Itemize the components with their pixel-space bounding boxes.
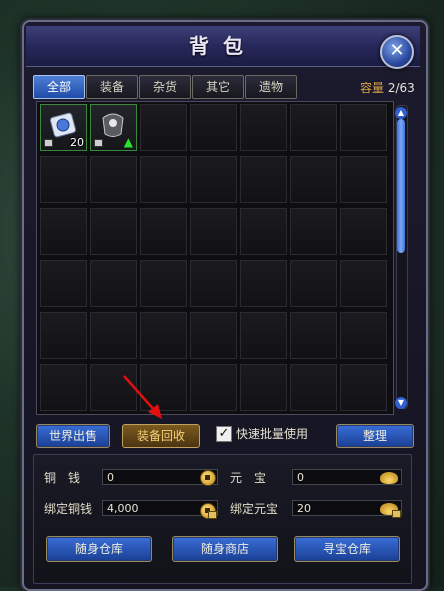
inventory-slot[interactable] <box>240 312 287 359</box>
inventory-slot[interactable] <box>140 260 187 307</box>
copper-label: 铜 钱 <box>44 471 81 485</box>
tab-relics[interactable]: 遗物 <box>245 75 297 99</box>
inventory-slot[interactable] <box>140 156 187 203</box>
inventory-slot[interactable] <box>340 208 387 255</box>
inventory-slot[interactable] <box>190 156 237 203</box>
tab-all[interactable]: 全部 <box>33 75 85 99</box>
upgrade-arrow-icon: ▲ <box>123 135 133 149</box>
capacity-value: 2/63 <box>387 81 415 95</box>
treasure-warehouse-button[interactable]: 寻宝仓库 <box>294 536 400 562</box>
scroll-up-icon[interactable]: ▲ <box>395 107 407 119</box>
tab-others[interactable]: 其它 <box>192 75 244 99</box>
inventory-slot[interactable] <box>90 208 137 255</box>
inventory-slot[interactable]: ▲ <box>90 104 137 151</box>
inventory-slot[interactable] <box>340 260 387 307</box>
portable-warehouse-button[interactable]: 随身仓库 <box>46 536 152 562</box>
bound-copper-lock-icon <box>208 511 217 519</box>
inventory-slot[interactable] <box>240 260 287 307</box>
item-count: 20 <box>70 136 84 149</box>
close-button[interactable]: ✕ <box>380 35 414 69</box>
inventory-slot[interactable] <box>340 312 387 359</box>
inventory-slot[interactable] <box>40 364 87 411</box>
inventory-slot[interactable] <box>340 364 387 411</box>
inventory-slot[interactable] <box>290 208 337 255</box>
inventory-slot[interactable] <box>190 364 237 411</box>
quick-batch-label: 快速批量使用 <box>236 427 309 441</box>
world-sale-button[interactable]: 世界出售 <box>36 424 110 448</box>
inventory-slot[interactable] <box>240 156 287 203</box>
quick-batch-checkbox[interactable]: ✓ <box>216 426 232 442</box>
lock-icon <box>44 139 53 147</box>
bound-yuanbao-label: 绑定元宝 <box>230 502 279 516</box>
close-icon: ✕ <box>389 40 405 61</box>
inventory-slot[interactable] <box>40 156 87 203</box>
lock-icon <box>94 139 103 147</box>
sort-button[interactable]: 整理 <box>336 424 414 448</box>
inventory-slot[interactable] <box>90 156 137 203</box>
inventory-slot[interactable] <box>240 208 287 255</box>
inventory-slot[interactable]: 20 <box>40 104 87 151</box>
inventory-slot[interactable] <box>190 104 237 151</box>
window-title: 背包 <box>26 26 420 67</box>
yuanbao-label: 元 宝 <box>230 471 267 485</box>
inventory-slot[interactable] <box>140 208 187 255</box>
tab-equipment[interactable]: 装备 <box>86 75 138 99</box>
inventory-slot[interactable] <box>290 260 337 307</box>
copper-coin-icon <box>200 470 216 486</box>
inventory-slot[interactable] <box>290 312 337 359</box>
inventory-slot[interactable] <box>190 208 237 255</box>
inventory-slot[interactable] <box>90 312 137 359</box>
inventory-slot[interactable] <box>290 364 337 411</box>
inventory-slot[interactable] <box>40 208 87 255</box>
scrollbar-thumb[interactable] <box>397 119 405 253</box>
inventory-slot[interactable] <box>190 260 237 307</box>
inventory-slot[interactable] <box>290 104 337 151</box>
inventory-slot[interactable] <box>40 312 87 359</box>
tab-goods[interactable]: 杂货 <box>139 75 191 99</box>
inventory-slot[interactable] <box>140 104 187 151</box>
portable-shop-button[interactable]: 随身商店 <box>172 536 278 562</box>
inventory-slot[interactable] <box>340 156 387 203</box>
scroll-down-icon[interactable]: ▼ <box>395 397 407 409</box>
inventory-slot[interactable] <box>340 104 387 151</box>
capacity-label: 容量 <box>360 81 385 95</box>
inventory-slot[interactable] <box>190 312 237 359</box>
inventory-slot[interactable] <box>240 104 287 151</box>
inventory-slot[interactable] <box>240 364 287 411</box>
bound-yuanbao-lock-icon <box>392 510 401 518</box>
annotation-arrow-icon <box>123 375 162 419</box>
inventory-slot[interactable] <box>140 312 187 359</box>
inventory-slot[interactable] <box>290 156 337 203</box>
bound-copper-label: 绑定铜钱 <box>44 502 93 516</box>
inventory-slot[interactable] <box>40 260 87 307</box>
yuanbao-ingot-icon <box>380 472 398 484</box>
equip-recycle-button[interactable]: 装备回收 <box>122 424 200 448</box>
capacity-display: 容量 2/63 <box>360 79 415 96</box>
inventory-slot[interactable] <box>90 260 137 307</box>
